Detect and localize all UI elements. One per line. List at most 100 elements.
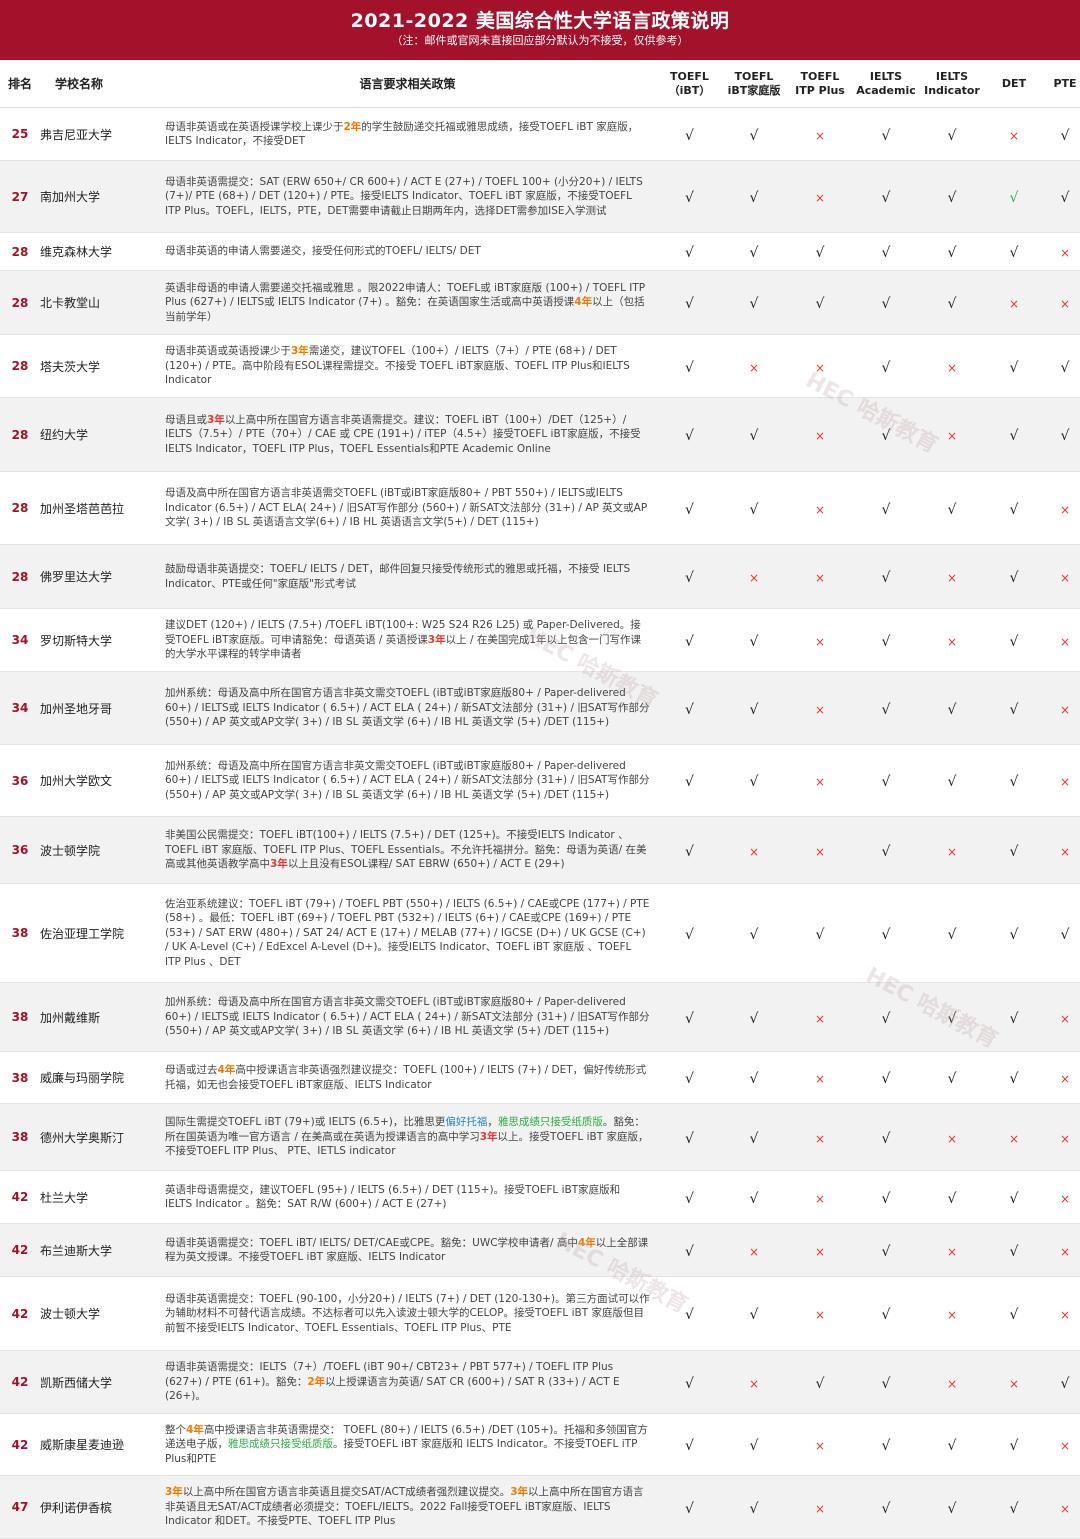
check-mark-icon: √ — [1009, 843, 1019, 860]
cross-mark-icon: × — [946, 429, 958, 443]
check-mark-icon: √ — [815, 1375, 825, 1392]
check-mark-icon: √ — [881, 245, 891, 261]
check-mark-icon: √ — [1009, 1190, 1019, 1207]
cross-mark-icon: × — [748, 1376, 760, 1391]
policy-highlight: 3年 — [427, 633, 446, 646]
mark-cell-toefl-home: √ — [721, 1498, 787, 1517]
mark-cell-ielts-academic: √ — [853, 1188, 919, 1207]
rank-cell: 42 — [11, 1190, 29, 1204]
mark-cell-det: √ — [985, 1304, 1043, 1323]
policy-cell: 加州系统：母语及高中所在国官方语言非英文需交TOEFL (iBT或iBT家庭版8… — [158, 686, 658, 729]
check-mark-icon: √ — [749, 127, 759, 144]
cross-mark-icon: × — [814, 360, 826, 375]
mark-cell-toefl-ibt: √ — [658, 699, 721, 718]
check-mark-icon: √ — [749, 190, 759, 206]
mark-cell-toefl-home: √ — [721, 699, 787, 718]
policy-highlight: 2年 — [307, 1375, 326, 1388]
mark-cell-toefl-ibt: √ — [658, 1304, 721, 1323]
policy-highlight: 偏好托福 — [445, 1116, 488, 1129]
mark-cell-ielts-indicator: √ — [919, 1435, 985, 1454]
check-mark-icon: √ — [685, 1190, 694, 1207]
mark-cell-toefl-home: √ — [721, 1188, 787, 1207]
school-name-cell: 北卡教堂山 — [40, 296, 101, 310]
mark-cell-pte: × — [1043, 567, 1080, 586]
check-mark-icon: √ — [1009, 926, 1019, 943]
mark-cell-toefl-ibt: √ — [658, 1373, 721, 1392]
mark-cell-toefl-ibt: √ — [658, 357, 721, 376]
mark-cell-toefl-itp: √ — [787, 1373, 853, 1392]
table-row: 47 伊利诺伊香槟 3年以上高中所在国官方语言非英语且提交SAT/ACT成绩者强烈建… — [0, 1476, 1080, 1539]
check-mark-icon: √ — [749, 428, 759, 444]
mark-cell-det: √ — [985, 567, 1043, 586]
header-toefl-itp: TOEFL ITP Plus — [795, 69, 845, 97]
mark-cell-ielts-indicator: √ — [919, 771, 985, 790]
mark-cell-det: √ — [985, 1435, 1043, 1454]
policy-text: 加州系统：母语及高中所在国官方语言非英文需交TOEFL (iBT或iBT家庭版8… — [165, 996, 650, 1038]
check-mark-icon: √ — [881, 1438, 891, 1454]
cross-mark-icon: × — [946, 360, 958, 375]
cross-mark-icon: × — [1059, 1072, 1071, 1086]
mark-cell-det: × — [985, 125, 1043, 144]
mark-cell-toefl-home: √ — [721, 125, 787, 144]
mark-cell-toefl-home: √ — [721, 771, 787, 790]
mark-cell-det: √ — [985, 499, 1043, 518]
policy-cell: 3年以上高中所在国官方语言非英语且提交SAT/ACT成绩者强烈建议提交。3年以上… — [158, 1485, 658, 1528]
mark-cell-ielts-academic: √ — [853, 187, 919, 206]
policy-highlight: 雅思成绩只接受纸质版 — [497, 1116, 603, 1129]
policy-text: 国际生需提交TOEFL iBT (79+)或 IELTS (6.5+)，比雅思更 — [165, 1116, 446, 1129]
mark-cell-ielts-academic: √ — [853, 1304, 919, 1323]
cross-mark-icon: × — [814, 1308, 826, 1322]
cross-mark-icon: × — [1059, 1501, 1071, 1516]
check-mark-icon: √ — [685, 359, 694, 376]
check-mark-icon: √ — [685, 127, 694, 144]
policy-cell: 母语非英语或在英语授课学校上课少于2年的学生鼓励递交托福或雅思成绩，接受TOEF… — [158, 120, 658, 149]
check-mark-icon: √ — [881, 633, 891, 650]
mark-cell-ielts-indicator: √ — [919, 1188, 985, 1207]
rank-cell: 38 — [11, 1010, 29, 1024]
policy-cell: 国际生需提交TOEFL iBT (79+)或 IELTS (6.5+)，比雅思更… — [158, 1115, 658, 1158]
check-mark-icon: √ — [685, 1500, 694, 1517]
mark-cell-toefl-itp: × — [787, 425, 853, 444]
mark-cell-pte: × — [1043, 499, 1080, 518]
cross-mark-icon: × — [1059, 297, 1071, 311]
table-header: 排名 学校名称 语言要求相关政策 TOEFL （iBT） TOEFL iBT家庭版 … — [0, 60, 1080, 108]
school-name-cell: 杜兰大学 — [40, 1190, 89, 1205]
mark-cell-ielts-indicator: × — [919, 425, 985, 444]
cross-mark-icon: × — [1059, 1244, 1071, 1259]
check-mark-icon: √ — [1009, 1071, 1019, 1087]
cross-mark-icon: × — [946, 571, 958, 585]
mark-cell-pte: √ — [1043, 924, 1080, 943]
mark-cell-ielts-academic: √ — [853, 293, 919, 312]
check-mark-icon: √ — [947, 296, 957, 312]
mark-cell-toefl-ibt: √ — [658, 242, 721, 261]
mark-cell-det: √ — [985, 1068, 1043, 1087]
policy-text: 以上高中所在国官方语言非英语需提交。建议：TOEFL iBT（100+）/DET… — [165, 413, 641, 455]
mark-cell-toefl-ibt: √ — [658, 1068, 721, 1087]
rank-cell: 28 — [11, 359, 29, 373]
cross-mark-icon: × — [1059, 1439, 1071, 1453]
mark-cell-ielts-indicator: × — [919, 357, 985, 376]
mark-cell-pte: √ — [1043, 1373, 1080, 1392]
mark-cell-pte: × — [1043, 1188, 1080, 1207]
mark-cell-pte: √ — [1043, 125, 1080, 144]
page-subtitle: （注：邮件或官网未直接回应部分默认为不接受，仅供参考） — [391, 34, 689, 47]
cross-mark-icon: × — [814, 634, 826, 649]
policy-text: 母语且或 — [165, 413, 207, 426]
mark-cell-toefl-itp: × — [787, 1498, 853, 1517]
mark-cell-det: √ — [985, 1241, 1043, 1260]
mark-cell-toefl-home: × — [721, 841, 787, 860]
cross-mark-icon: × — [814, 1131, 826, 1146]
school-name-cell: 纽约大学 — [40, 428, 89, 442]
policy-text: 母语非英语需提交：SAT (ERW 650+/ CR 600+) / ACT E… — [165, 175, 643, 217]
policy-text: ， — [487, 1116, 498, 1129]
mark-cell-toefl-ibt: √ — [658, 631, 721, 650]
cross-mark-icon: × — [1059, 502, 1071, 517]
school-name-cell: 加州圣塔芭芭拉 — [40, 501, 125, 516]
cross-mark-icon: × — [814, 844, 826, 859]
school-name-cell: 加州圣地牙哥 — [40, 701, 113, 716]
header-toefl-home: TOEFL iBT家庭版 — [727, 69, 781, 97]
check-mark-icon: √ — [685, 1130, 694, 1147]
mark-cell-pte: × — [1043, 242, 1080, 261]
header-policy: 语言要求相关政策 — [359, 77, 456, 91]
mark-cell-det: √ — [985, 1188, 1043, 1207]
